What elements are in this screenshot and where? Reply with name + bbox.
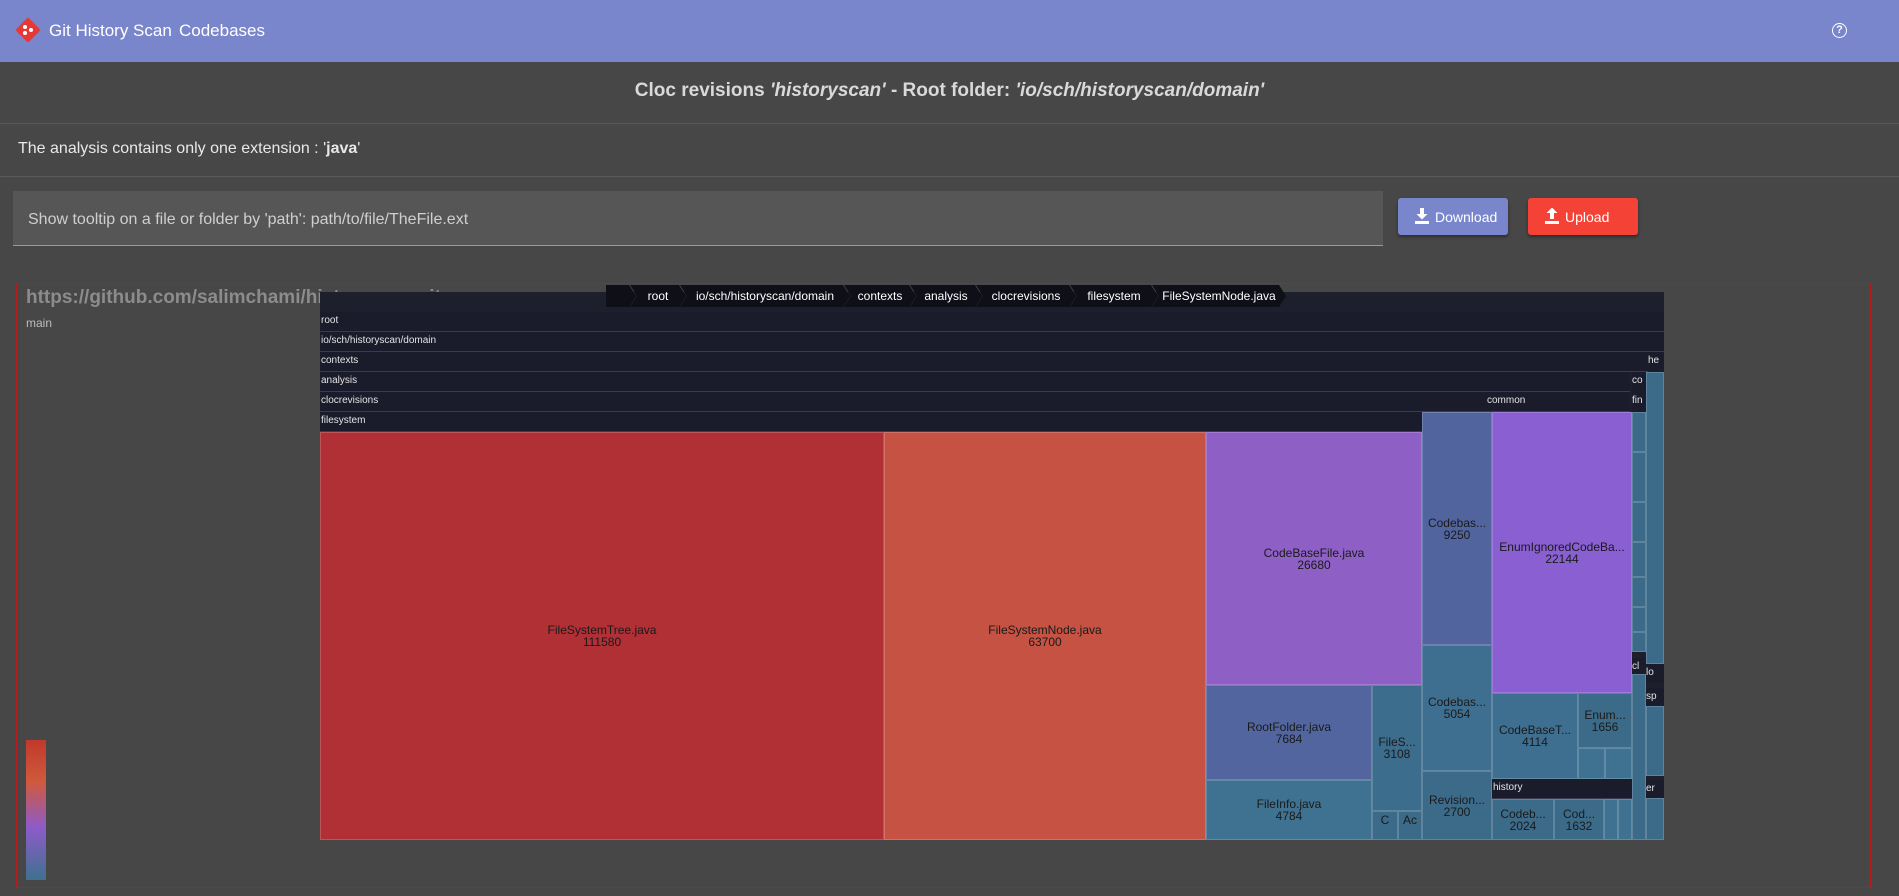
folder-filesystem[interactable]: filesystem — [320, 412, 1422, 432]
treemap-cell-small[interactable] — [1632, 542, 1646, 577]
folder-sp[interactable]: sp — [1646, 688, 1664, 706]
folder-contexts[interactable]: contexts — [320, 352, 1648, 372]
treemap-cell[interactable]: Codebas... 5054 — [1422, 645, 1492, 771]
treemap-cell-small[interactable] — [1604, 799, 1618, 840]
folder-clocrevisions[interactable]: clocrevisions — [320, 392, 1486, 412]
treemap-cell[interactable]: Revision... 2700 — [1422, 771, 1492, 840]
breadcrumb-item[interactable]: filesystem — [1070, 285, 1158, 307]
treemap-cell-small[interactable] — [1646, 372, 1664, 664]
treemap-cell[interactable]: EnumIgnoredCodeBa... 22144 — [1492, 412, 1632, 693]
page-title: Cloc revisions 'historyscan' - Root fold… — [0, 80, 1899, 102]
download-icon — [1415, 208, 1429, 224]
nav-codebases[interactable]: Codebases — [179, 21, 265, 41]
folder-root[interactable]: root — [320, 312, 1664, 332]
treemap-cell-small[interactable] — [1605, 748, 1632, 779]
treemap[interactable]: root io/sch/historyscan/domain contexts … — [320, 292, 1664, 840]
git-logo-icon[interactable] — [15, 17, 41, 43]
title-middle: - Root folder: — [885, 80, 1016, 101]
treemap-cell-small[interactable] — [1632, 412, 1646, 452]
treemap-cell-small[interactable] — [1632, 674, 1646, 840]
path-search-input[interactable]: Show tooltip on a file or folder by 'pat… — [13, 191, 1383, 246]
treemap-cell[interactable]: RootFolder.java 7684 — [1206, 685, 1372, 780]
breadcrumb-item[interactable]: FileSystemNode.java — [1152, 285, 1286, 307]
treemap-cell[interactable]: FileInfo.java 4784 — [1206, 780, 1372, 840]
breadcrumb-item[interactable]: contexts — [844, 285, 916, 307]
extension-value: java — [326, 140, 358, 157]
folder-history[interactable]: history — [1492, 779, 1632, 799]
title-project: 'historyscan' — [769, 80, 886, 101]
folder-lo[interactable]: lo — [1646, 664, 1664, 682]
treemap-cell-small[interactable] — [1632, 607, 1646, 632]
treemap-cell[interactable]: CodeBaseFile.java 26680 — [1206, 432, 1422, 685]
upload-icon — [1545, 208, 1559, 224]
divider — [0, 176, 1899, 177]
treemap-cell[interactable]: FileSystemTree.java 111580 — [320, 432, 884, 840]
treemap-cell-small[interactable] — [1578, 748, 1605, 779]
folder-er[interactable]: er — [1646, 780, 1664, 798]
treemap-cell[interactable]: Codebas... 9250 — [1422, 412, 1492, 645]
app-title[interactable]: Git History Scan — [49, 21, 172, 41]
download-label: Download — [1435, 209, 1498, 225]
folder-common[interactable]: common — [1486, 392, 1630, 412]
breadcrumb-item[interactable]: analysis — [910, 285, 982, 307]
treemap-cell[interactable]: FileSystemNode.java 63700 — [884, 432, 1206, 840]
treemap-cell-small[interactable] — [1632, 577, 1646, 607]
branch-label: main — [26, 316, 53, 330]
treemap-cell[interactable]: Cod... 1632 — [1554, 799, 1604, 840]
breadcrumb-item[interactable]: io/sch/historyscan/domain — [680, 285, 850, 307]
extension-text: The analysis contains only one extension… — [18, 140, 327, 157]
title-folder: 'io/sch/historyscan/domain' — [1015, 80, 1265, 101]
treemap-cell[interactable]: CodeBaseT... 4114 — [1492, 693, 1578, 779]
treemap-cell-small[interactable] — [1632, 452, 1646, 502]
upload-button[interactable]: Upload — [1528, 198, 1638, 235]
breadcrumb-item[interactable]: clocrevisions — [976, 285, 1076, 307]
help-icon[interactable]: ? — [1832, 23, 1847, 38]
treemap-cell[interactable]: Enum... 1656 — [1578, 693, 1632, 748]
color-legend — [26, 740, 46, 880]
treemap-cell-small[interactable] — [1618, 799, 1632, 840]
folder-analysis[interactable]: analysis — [320, 372, 1630, 392]
title-prefix: Cloc revisions — [634, 80, 770, 101]
folder-cl[interactable]: cl — [1632, 658, 1646, 674]
treemap-cell-small[interactable] — [1632, 632, 1646, 652]
extension-info: The analysis contains only one extension… — [18, 140, 360, 158]
breadcrumb-item[interactable]: root — [630, 285, 686, 307]
download-button[interactable]: Download — [1398, 198, 1508, 235]
divider — [0, 123, 1899, 124]
treemap-cell[interactable]: FileS... 3108 — [1372, 685, 1422, 811]
treemap-cell[interactable]: Codeb... 2024 — [1492, 799, 1554, 840]
upload-label: Upload — [1565, 209, 1610, 225]
treemap-cell-small[interactable] — [1646, 798, 1664, 840]
treemap-cell[interactable]: Ac — [1398, 811, 1422, 840]
folder-he[interactable]: he — [1648, 352, 1664, 372]
app-bar: Git History Scan Codebases ? — [0, 0, 1899, 62]
search-placeholder: Show tooltip on a file or folder by 'pat… — [28, 211, 469, 228]
treemap-cell-small[interactable] — [1646, 706, 1664, 776]
treemap-cell-small[interactable] — [1632, 502, 1646, 542]
folder-domain[interactable]: io/sch/historyscan/domain — [320, 332, 1664, 352]
extension-suffix: ' — [357, 140, 361, 157]
treemap-cell[interactable]: C — [1372, 811, 1398, 840]
